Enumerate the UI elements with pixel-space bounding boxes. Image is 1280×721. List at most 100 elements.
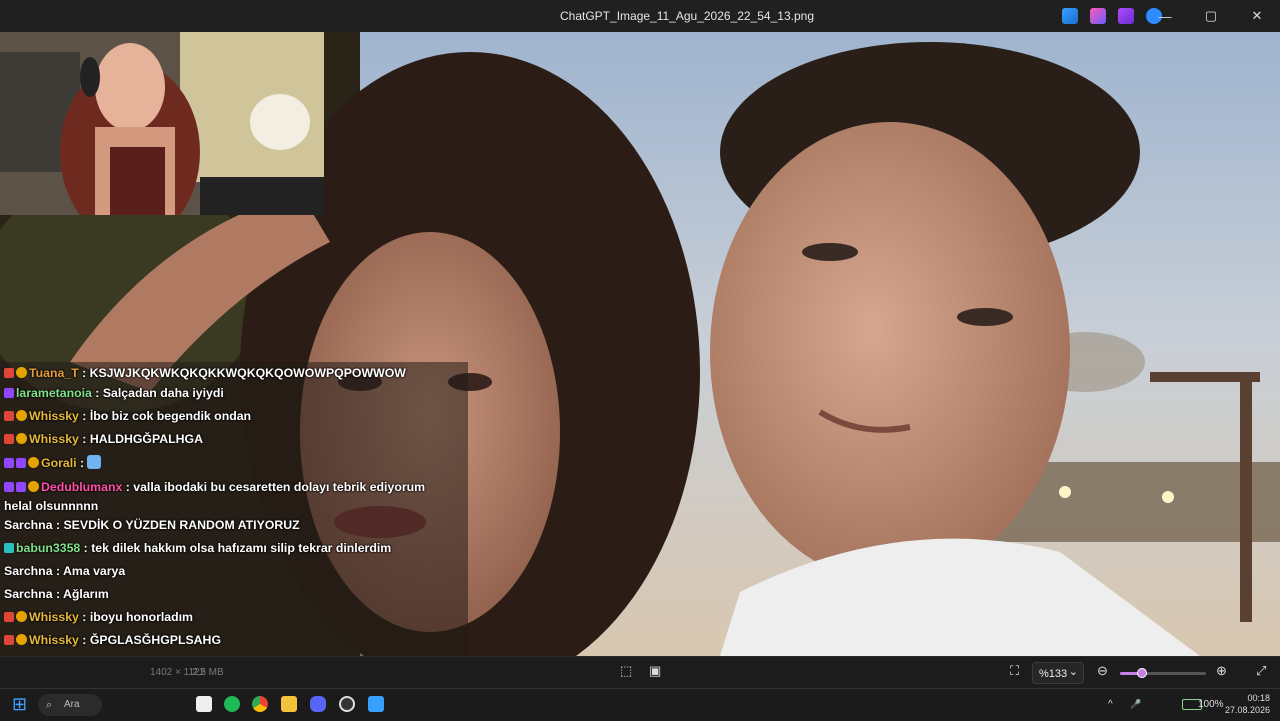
chevron-down-icon: ⌄ bbox=[1068, 666, 1078, 678]
clock[interactable]: 00:18 27.08.2026 bbox=[1225, 692, 1270, 716]
gold-badge-icon bbox=[16, 611, 27, 622]
purple-badge-icon bbox=[16, 458, 26, 468]
chat-text: Ama varya bbox=[63, 564, 126, 578]
chat-text: tek dilek hakkım olsa hafızamı silip tek… bbox=[91, 541, 392, 555]
red-badge-icon bbox=[4, 411, 14, 421]
tray-chevron-icon[interactable]: ^ bbox=[1108, 699, 1113, 710]
zoom-slider-thumb[interactable] bbox=[1136, 668, 1147, 678]
chat-username[interactable]: Sarchna bbox=[4, 587, 53, 601]
chat-message: Tuana_T : KSJWJKQKWKQKQKKWQKQKQOWOWPQPOW… bbox=[4, 366, 406, 380]
chat-separator: : bbox=[78, 432, 90, 446]
microphone-icon[interactable]: 🎤 bbox=[1130, 699, 1141, 710]
taskbar: ⊞ ⌕ Ara ^ 🎤 100% 00:18 27.08.2026 bbox=[0, 688, 1280, 721]
zoom-slider[interactable] bbox=[1120, 668, 1206, 678]
chat-message: larametanoia : Salçadan daha iyiydi bbox=[4, 386, 224, 400]
pen-icon[interactable] bbox=[1062, 8, 1078, 24]
ocr-icon[interactable]: ▣ bbox=[649, 663, 661, 679]
taskbar-app-file[interactable] bbox=[196, 696, 212, 712]
chrome-icon[interactable] bbox=[252, 696, 268, 712]
chat-separator: : bbox=[91, 386, 103, 400]
chat-message: Whissky : İbo biz cok begendik ondan bbox=[4, 409, 251, 423]
chat-separator: : bbox=[52, 587, 64, 601]
chat-message: Sarchna : Ama varya bbox=[4, 564, 125, 578]
chat-username[interactable]: Tuana_T bbox=[29, 366, 79, 380]
obs-icon[interactable] bbox=[339, 696, 355, 712]
fit-icon[interactable]: ⛶ bbox=[1010, 663, 1019, 679]
purple-badge-icon bbox=[4, 458, 14, 468]
chat-username[interactable]: Whissky bbox=[29, 432, 79, 446]
chat-username[interactable]: babun3358 bbox=[16, 541, 80, 555]
chat-message: Sarchna : SEVDİK O YÜZDEN RANDOM ATIYORU… bbox=[4, 518, 300, 532]
chat-text: ĞPGLASĞHGPLSAHG bbox=[89, 633, 222, 647]
chat-text: Salçadan daha iyiydi bbox=[102, 386, 224, 400]
viewer-toolbar: 1402 × 1122 2,5 MB ⬚ ▣ ⛶ %133 ⌄ ⊖ ⊕ ⤢ bbox=[0, 656, 1280, 689]
chat-username[interactable]: Dedublumanx bbox=[41, 480, 122, 494]
chat-username[interactable]: Whissky bbox=[29, 409, 79, 423]
maximize-button[interactable]: ▢ bbox=[1188, 0, 1234, 32]
webcam-feed bbox=[0, 32, 324, 215]
webcam-overlay bbox=[0, 32, 324, 215]
chat-username[interactable]: Sarchna bbox=[4, 564, 53, 578]
chat-message: Whissky : HALDHGĞPALHGA bbox=[4, 432, 203, 446]
chat-message: babun3358 : tek dilek hakkım olsa hafıza… bbox=[4, 541, 391, 555]
zoom-out-icon[interactable]: ⊖ bbox=[1097, 663, 1108, 679]
window-controls: — ▢ ✕ bbox=[1142, 0, 1280, 32]
fullscreen-icon[interactable]: ⤢ bbox=[1256, 663, 1266, 679]
chat-separator: : bbox=[78, 409, 90, 423]
window-title: ChatGPT_Image_11_Agu_2026_22_54_13.png bbox=[560, 9, 814, 23]
search-box[interactable]: ⌕ Ara bbox=[38, 694, 102, 716]
chat-overlay: Tuana_T : KSJWJKQKWKQKQKKWQKQKQOWOWPQPOW… bbox=[0, 362, 468, 716]
chat-separator: : bbox=[52, 518, 64, 532]
purple-badge-icon bbox=[4, 388, 14, 398]
red-badge-icon bbox=[4, 612, 14, 622]
clock-date: 27.08.2026 bbox=[1224, 705, 1270, 715]
chat-message: Gorali : bbox=[4, 455, 102, 470]
chat-separator: : bbox=[122, 480, 134, 494]
windows-start-icon[interactable]: ⊞ bbox=[12, 694, 27, 715]
chat-username[interactable]: Sarchna bbox=[4, 518, 53, 532]
chat-text: iboyu honorladım bbox=[89, 610, 193, 624]
chat-separator: : bbox=[52, 564, 64, 578]
zoom-dropdown[interactable]: %133 ⌄ bbox=[1032, 662, 1084, 684]
folder-icon[interactable] bbox=[281, 696, 297, 712]
zoom-value: %133 bbox=[1039, 668, 1068, 680]
chat-separator: : bbox=[80, 541, 92, 555]
copilot-icon[interactable] bbox=[1090, 8, 1106, 24]
chat-message: Dedublumanx : valla ibodaki bu cesarette… bbox=[4, 478, 454, 516]
chat-text: HALDHGĞPALHGA bbox=[89, 432, 203, 446]
chat-username[interactable]: Whissky bbox=[29, 610, 79, 624]
teal-badge-icon bbox=[4, 543, 14, 553]
chat-separator: : bbox=[76, 456, 88, 470]
chat-username[interactable]: Whissky bbox=[29, 633, 79, 647]
gold-badge-icon bbox=[16, 367, 27, 378]
zoom-in-icon[interactable]: ⊕ bbox=[1216, 663, 1227, 679]
chat-username[interactable]: larametanoia bbox=[16, 386, 92, 400]
app-icon[interactable] bbox=[1118, 8, 1134, 24]
chat-separator: : bbox=[78, 366, 90, 380]
spotify-icon[interactable] bbox=[224, 696, 240, 712]
red-badge-icon bbox=[4, 635, 14, 645]
chat-message: Whissky : iboyu honorladım bbox=[4, 610, 193, 624]
search-icon: ⌕ bbox=[46, 699, 53, 711]
chat-text: KSJWJKQKWKQKQKKWQKQKQOWOWPQPOWWOW bbox=[89, 366, 406, 380]
gold-badge-icon bbox=[28, 481, 39, 492]
photos-icon[interactable] bbox=[368, 696, 384, 712]
chat-message: Sarchna : Ağlarım bbox=[4, 587, 109, 601]
gold-badge-icon bbox=[16, 634, 27, 645]
close-button[interactable]: ✕ bbox=[1234, 0, 1280, 32]
search-label: Ara bbox=[64, 699, 80, 710]
chat-message: Whissky : ĞPGLASĞHGPLSAHG bbox=[4, 633, 221, 647]
title-bar: ChatGPT_Image_11_Agu_2026_22_54_13.png —… bbox=[0, 0, 1280, 32]
chat-separator: : bbox=[78, 633, 90, 647]
discord-icon[interactable] bbox=[310, 696, 326, 712]
red-badge-icon bbox=[4, 368, 14, 378]
purple-badge-icon bbox=[16, 482, 26, 492]
minimize-button[interactable]: — bbox=[1142, 0, 1188, 32]
crop-icon[interactable]: ⬚ bbox=[620, 663, 632, 679]
butterfly-emote-icon bbox=[87, 455, 102, 469]
file-size: 2,5 MB bbox=[192, 667, 224, 678]
battery-percent: 100% bbox=[1198, 699, 1224, 710]
chat-text: İbo biz cok begendik ondan bbox=[89, 409, 252, 423]
purple-badge-icon bbox=[4, 482, 14, 492]
chat-username[interactable]: Gorali bbox=[41, 456, 77, 470]
